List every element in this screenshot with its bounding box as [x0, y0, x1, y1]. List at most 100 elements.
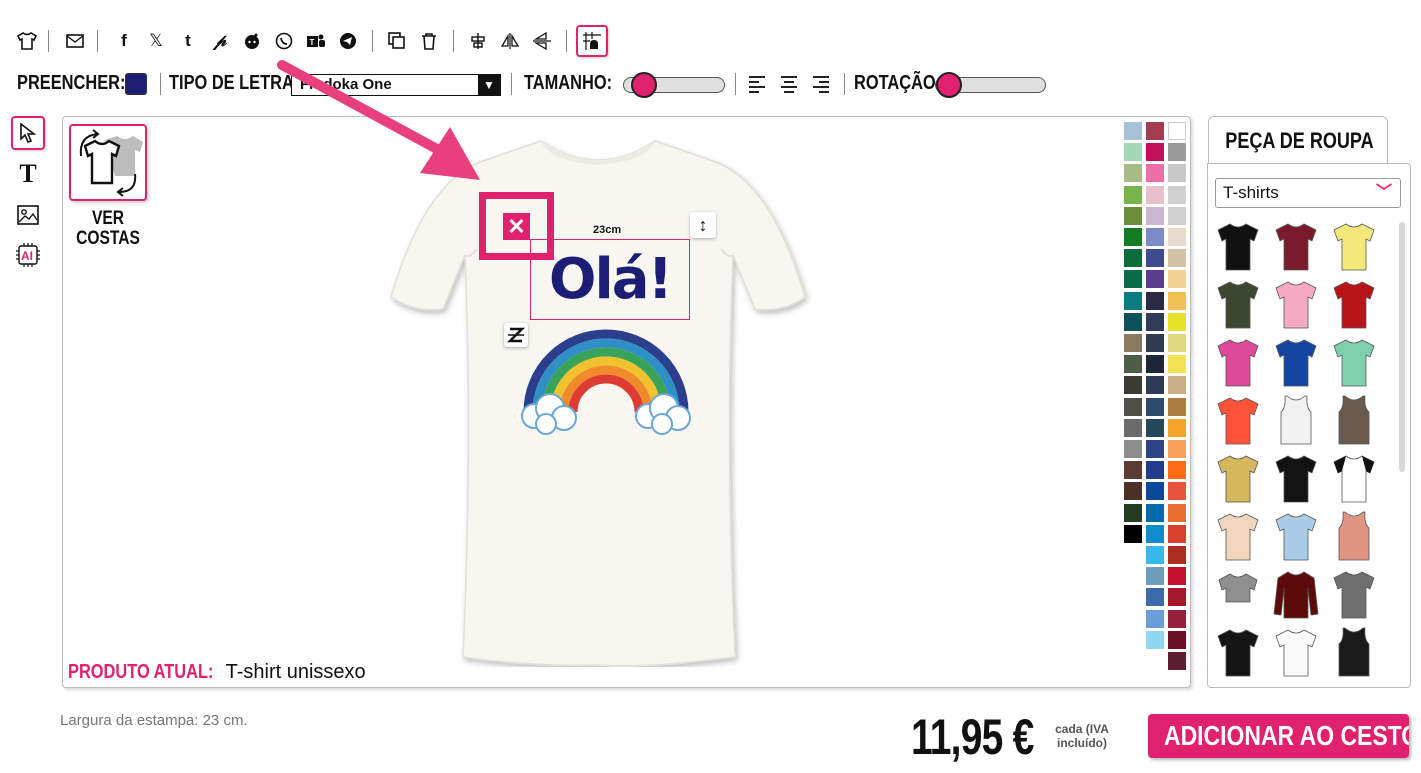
- color-swatch[interactable]: [1146, 482, 1164, 501]
- garment-item[interactable]: [1273, 568, 1319, 620]
- color-swatch[interactable]: [1168, 503, 1186, 522]
- color-swatch[interactable]: [1168, 630, 1186, 649]
- color-swatch[interactable]: [1146, 249, 1164, 268]
- color-swatch[interactable]: [1146, 206, 1164, 225]
- color-swatch[interactable]: [1124, 524, 1142, 543]
- close-icon[interactable]: ✕: [503, 213, 530, 240]
- color-swatch[interactable]: [1168, 291, 1186, 310]
- garment-item[interactable]: [1273, 452, 1319, 504]
- color-swatch[interactable]: [1146, 334, 1164, 352]
- design-canvas[interactable]: VER COSTAS Olá! 23cm ✕ ↕ PRODUTO ATUAL: …: [62, 116, 1191, 688]
- color-swatch[interactable]: [1168, 652, 1186, 670]
- tumblr-icon[interactable]: t: [177, 30, 199, 52]
- color-swatch[interactable]: [1124, 461, 1142, 480]
- color-swatch[interactable]: [1146, 312, 1164, 331]
- color-swatch[interactable]: [1168, 440, 1186, 458]
- color-swatch[interactable]: [1124, 122, 1142, 140]
- duplicate-icon[interactable]: [386, 30, 408, 52]
- color-swatch[interactable]: [1146, 397, 1164, 416]
- color-swatch[interactable]: [1168, 355, 1186, 374]
- garment-tab[interactable]: PEÇA DE ROUPA: [1208, 116, 1388, 164]
- color-swatch[interactable]: [1124, 228, 1142, 246]
- garment-item[interactable]: [1273, 220, 1319, 272]
- garment-item[interactable]: [1273, 394, 1319, 446]
- color-swatch[interactable]: [1146, 122, 1164, 140]
- garment-item[interactable]: [1215, 568, 1261, 620]
- color-swatch[interactable]: [1168, 270, 1186, 289]
- select-tool-icon[interactable]: [11, 116, 45, 150]
- color-swatch[interactable]: [1168, 228, 1186, 246]
- color-swatch[interactable]: [1168, 397, 1186, 416]
- color-swatch[interactable]: [1124, 482, 1142, 501]
- text-tool-icon[interactable]: T: [11, 157, 45, 191]
- tshirt-icon[interactable]: [16, 30, 38, 52]
- telegram-icon[interactable]: [337, 30, 359, 52]
- garment-item[interactable]: [1331, 336, 1377, 388]
- x-twitter-icon[interactable]: 𝕏: [145, 30, 167, 52]
- size-slider-knob[interactable]: [631, 72, 658, 98]
- align-right-icon[interactable]: [813, 76, 831, 94]
- image-tool-icon[interactable]: [11, 198, 45, 232]
- ai-tool-icon[interactable]: AI: [11, 238, 45, 272]
- facebook-icon[interactable]: f: [113, 30, 135, 52]
- color-swatch[interactable]: [1124, 206, 1142, 225]
- color-swatch[interactable]: [1168, 206, 1186, 225]
- color-swatch[interactable]: [1168, 312, 1186, 331]
- garment-item[interactable]: [1331, 510, 1377, 562]
- stretch-handle-icon[interactable]: [504, 323, 528, 347]
- garment-item[interactable]: [1331, 452, 1377, 504]
- color-swatch[interactable]: [1124, 249, 1142, 268]
- color-swatch[interactable]: [1168, 546, 1186, 564]
- color-swatch[interactable]: [1146, 355, 1164, 374]
- align-left-icon[interactable]: [749, 76, 767, 94]
- color-swatch[interactable]: [1168, 482, 1186, 501]
- color-swatch[interactable]: [1146, 524, 1164, 543]
- color-swatch[interactable]: [1124, 185, 1142, 204]
- color-swatch[interactable]: [1124, 143, 1142, 162]
- color-swatch[interactable]: [1124, 334, 1142, 352]
- garment-item[interactable]: [1331, 220, 1377, 272]
- color-swatch[interactable]: [1124, 440, 1142, 458]
- color-swatch[interactable]: [1146, 588, 1164, 607]
- garment-category-select[interactable]: T-shirts ﹀: [1215, 178, 1401, 208]
- color-swatch[interactable]: [1124, 270, 1142, 289]
- email-icon[interactable]: [64, 30, 86, 52]
- color-swatch[interactable]: [1124, 376, 1142, 395]
- resize-vertical-icon[interactable]: ↕: [690, 212, 716, 238]
- add-to-cart-button[interactable]: ADICIONAR AO CESTO: [1148, 714, 1409, 758]
- color-swatch[interactable]: [1146, 376, 1164, 395]
- color-swatch[interactable]: [1168, 249, 1186, 268]
- fill-color-swatch[interactable]: [125, 73, 147, 95]
- color-swatch[interactable]: [1168, 185, 1186, 204]
- garment-item[interactable]: [1273, 278, 1319, 330]
- color-swatch[interactable]: [1146, 164, 1164, 183]
- color-swatch[interactable]: [1146, 418, 1164, 437]
- color-swatch[interactable]: [1124, 397, 1142, 416]
- garment-item[interactable]: [1215, 452, 1261, 504]
- color-swatch[interactable]: [1168, 334, 1186, 352]
- color-swatch[interactable]: [1146, 567, 1164, 586]
- garment-item[interactable]: [1215, 394, 1261, 446]
- whatsapp-icon[interactable]: [273, 30, 295, 52]
- color-swatch[interactable]: [1124, 418, 1142, 437]
- color-swatch[interactable]: [1146, 291, 1164, 310]
- grid-snap-icon[interactable]: [576, 25, 608, 57]
- color-swatch[interactable]: [1146, 630, 1164, 649]
- color-swatch[interactable]: [1168, 461, 1186, 480]
- teams-icon[interactable]: T: [305, 30, 327, 52]
- color-swatch[interactable]: [1124, 355, 1142, 374]
- garment-item[interactable]: [1215, 278, 1261, 330]
- reddit-icon[interactable]: [241, 30, 263, 52]
- garment-item[interactable]: [1273, 626, 1319, 678]
- garment-item[interactable]: [1215, 220, 1261, 272]
- color-swatch[interactable]: [1146, 503, 1164, 522]
- color-swatch[interactable]: [1146, 440, 1164, 458]
- garment-item[interactable]: [1331, 394, 1377, 446]
- color-swatch[interactable]: [1168, 376, 1186, 395]
- garment-item[interactable]: [1273, 510, 1319, 562]
- garment-item[interactable]: [1215, 336, 1261, 388]
- garment-item[interactable]: [1215, 510, 1261, 562]
- color-swatch[interactable]: [1168, 567, 1186, 586]
- garment-item[interactable]: [1215, 626, 1261, 678]
- pinterest-icon[interactable]: 𝓅: [209, 30, 231, 52]
